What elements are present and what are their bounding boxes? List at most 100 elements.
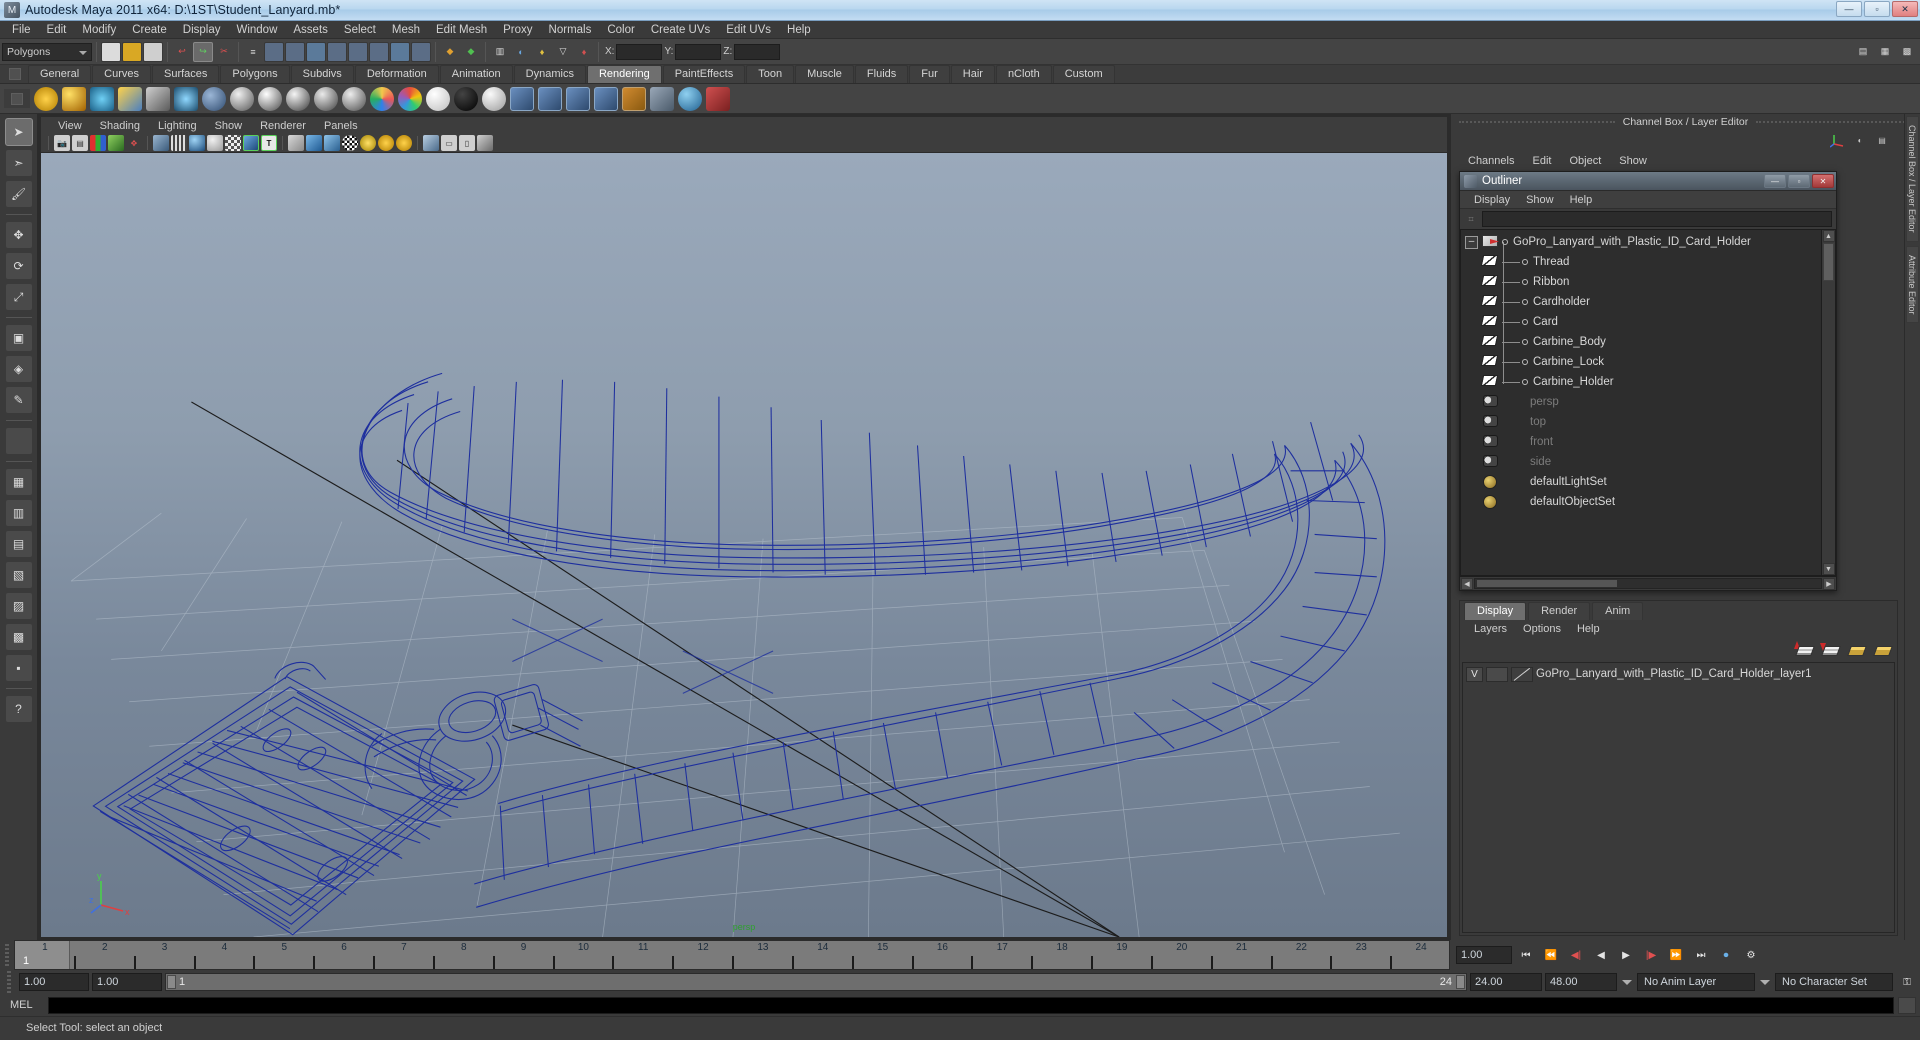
black-surface-icon[interactable] xyxy=(454,86,478,111)
shelf-tab-painteffects[interactable]: PaintEffects xyxy=(662,65,746,83)
select-by-deform-icon[interactable] xyxy=(411,41,431,62)
outliner-horizontal-scrollbar[interactable]: ◀ ▶ xyxy=(1460,576,1836,590)
panel-drag-handle-left[interactable] xyxy=(1459,120,1615,123)
environment-sphere-icon[interactable] xyxy=(678,86,702,111)
layer-name[interactable]: GoPro_Lanyard_with_Plastic_ID_Card_Holde… xyxy=(1536,668,1812,680)
shelf-tab-deformation[interactable]: Deformation xyxy=(354,65,439,83)
assign-anisotropic-icon[interactable] xyxy=(314,86,338,111)
universal-manipulator-icon[interactable]: ▣ xyxy=(4,324,33,352)
assign-phong-icon[interactable] xyxy=(286,86,310,111)
layout-four-pane-icon[interactable]: ▤ xyxy=(4,530,33,558)
layer-playback-toggle[interactable] xyxy=(1486,666,1508,682)
ipr-render-icon[interactable]: ♦ xyxy=(532,42,552,62)
channelbox-menu-show[interactable]: Show xyxy=(1610,155,1656,167)
outliner-item-thread[interactable]: Thread xyxy=(1461,252,1821,272)
shelf-tab-hair[interactable]: Hair xyxy=(950,65,995,83)
menu-mesh[interactable]: Mesh xyxy=(384,23,428,37)
spot-light-icon[interactable] xyxy=(118,86,142,111)
layer-visibility-toggle[interactable]: V xyxy=(1466,666,1483,682)
outliner-item-default-object-set[interactable]: defaultObjectSet xyxy=(1461,492,1821,512)
shelf-tab-surfaces[interactable]: Surfaces xyxy=(151,65,220,83)
use-default-material-icon[interactable]: T xyxy=(261,135,277,151)
film-gate-icon[interactable]: ▭ xyxy=(441,135,457,151)
white-surface-icon[interactable] xyxy=(426,86,450,111)
outliner-menu-show[interactable]: Show xyxy=(1518,194,1562,206)
vtab-channel-box-layer-editor[interactable]: Channel Box / Layer Editor xyxy=(1906,116,1919,242)
menu-create[interactable]: Create xyxy=(124,23,175,37)
assign-lambert-icon[interactable] xyxy=(230,86,254,111)
show-hide-attribute-editor-icon[interactable]: ▦ xyxy=(1875,42,1895,62)
new-layer-icon[interactable] xyxy=(1846,641,1867,657)
animation-end-time-field[interactable]: 48.00 xyxy=(1545,973,1617,991)
tab-anim-layers[interactable]: Anim xyxy=(1592,602,1644,620)
two-d-pan-zoom-icon[interactable]: ✥ xyxy=(126,135,142,151)
play-forwards-button[interactable]: ▶ xyxy=(1615,946,1637,964)
area-light-icon[interactable] xyxy=(146,86,170,111)
move-layer-down-icon[interactable] xyxy=(1820,641,1841,657)
object-select-icon[interactable] xyxy=(285,41,305,62)
playback-end-time-field[interactable]: 24.00 xyxy=(1470,973,1542,991)
menu-help[interactable]: Help xyxy=(779,23,819,37)
character-set-dropdown-arrow-icon[interactable] xyxy=(1758,973,1772,991)
maximize-button[interactable]: ▫ xyxy=(1864,1,1890,17)
assign-blinn-icon[interactable] xyxy=(258,86,282,111)
layer-menu-help[interactable]: Help xyxy=(1569,623,1608,635)
outliner-item-root[interactable]: – GoPro_Lanyard_with_Plastic_ID_Card_Hol… xyxy=(1461,232,1821,252)
select-tool-icon[interactable]: ➤ xyxy=(4,118,33,146)
outliner-close-button[interactable]: ✕ xyxy=(1812,174,1834,188)
render-current-frame-icon[interactable] xyxy=(510,86,534,111)
step-back-frame-button[interactable]: ◀| xyxy=(1565,946,1587,964)
tab-display-layers[interactable]: Display xyxy=(1464,602,1527,620)
animation-preferences-icon[interactable]: ⚙ xyxy=(1740,946,1762,964)
shelf-tab-general[interactable]: General xyxy=(28,65,92,83)
shelf-tab-fur[interactable]: Fur xyxy=(909,65,950,83)
layout-two-pane-icon[interactable]: ▥ xyxy=(4,499,33,527)
outliner-minimize-button[interactable]: — xyxy=(1764,174,1786,188)
layer-menu-layers[interactable]: Layers xyxy=(1466,623,1515,635)
step-back-key-button[interactable]: ⏪ xyxy=(1540,946,1562,964)
close-button[interactable]: ✕ xyxy=(1892,1,1918,17)
menu-proxy[interactable]: Proxy xyxy=(495,23,540,37)
ambient-light-icon[interactable] xyxy=(34,86,58,111)
hypershade-icon[interactable]: ♦ xyxy=(574,42,594,62)
cut-icon[interactable]: ✂ xyxy=(214,42,234,62)
lasso-select-tool-icon[interactable]: ➣ xyxy=(4,149,33,177)
menu-file[interactable]: File xyxy=(4,23,39,37)
minimize-button[interactable]: — xyxy=(1836,1,1862,17)
shelf-tab-menu-icon[interactable] xyxy=(2,64,28,83)
current-tool-slot-icon[interactable] xyxy=(4,427,33,455)
manipulator-axis-icon[interactable] xyxy=(1830,132,1846,148)
tab-render-layers[interactable]: Render xyxy=(1528,602,1591,620)
menu-modify[interactable]: Modify xyxy=(74,23,124,37)
new-layer-from-selected-icon[interactable] xyxy=(1872,641,1893,657)
outliner-tree[interactable]: – GoPro_Lanyard_with_Plastic_ID_Card_Hol… xyxy=(1460,229,1836,576)
render-layer-icon[interactable] xyxy=(650,86,674,111)
outliner-menu-help[interactable]: Help xyxy=(1562,194,1601,206)
grey-surface-icon[interactable] xyxy=(482,86,506,111)
outliner-item-default-light-set[interactable]: defaultLightSet xyxy=(1461,472,1821,492)
render-globals-icon[interactable] xyxy=(594,86,618,111)
camera-attributes-icon[interactable]: ▤ xyxy=(72,135,88,151)
xray-display-icon[interactable] xyxy=(288,135,304,151)
time-slider[interactable]: 1 1 2 3 4 5 6 7 8 9 10 11 12 13 14 15 16 17 18 19 20 21 22 23 2… xyxy=(14,940,1450,970)
shelf-tab-custom[interactable]: Custom xyxy=(1052,65,1115,83)
vtab-attribute-editor[interactable]: Attribute Editor xyxy=(1906,245,1919,324)
occlusion-icon[interactable] xyxy=(342,135,358,151)
menu-edit-mesh[interactable]: Edit Mesh xyxy=(428,23,495,37)
scroll-thumb[interactable] xyxy=(1823,243,1834,281)
go-to-start-button[interactable]: ⏮ xyxy=(1515,946,1537,964)
channelbox-toggle-icon[interactable]: ◐ xyxy=(1852,132,1868,148)
soft-modification-tool-icon[interactable]: ◈ xyxy=(4,355,33,383)
xray-joints-icon[interactable] xyxy=(306,135,322,151)
outliner-item-carbine-lock[interactable]: Carbine_Lock xyxy=(1461,352,1821,372)
channelbox-menu-channels[interactable]: Channels xyxy=(1459,155,1523,167)
volume-light-icon[interactable] xyxy=(174,86,198,111)
viewport-menu-shading[interactable]: Shading xyxy=(91,120,149,132)
shelf-options-icon[interactable] xyxy=(4,89,30,108)
menu-normals[interactable]: Normals xyxy=(541,23,600,37)
viewport-menu-panels[interactable]: Panels xyxy=(315,120,367,132)
rotate-tool-icon[interactable]: ⟳ xyxy=(4,252,33,280)
shelf-tab-dynamics[interactable]: Dynamics xyxy=(513,65,586,83)
menu-color[interactable]: Color xyxy=(599,23,642,37)
z-input[interactable] xyxy=(734,43,781,60)
